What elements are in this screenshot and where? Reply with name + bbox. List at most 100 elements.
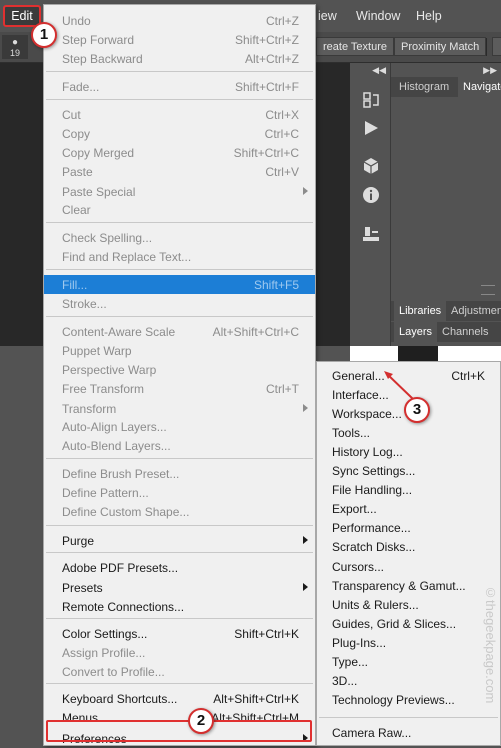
menu-item-adobe-pdf-presets[interactable]: Adobe PDF Presets...	[44, 558, 315, 577]
menu-item-label: Stroke...	[62, 297, 107, 311]
menu-item-stroke[interactable]: Stroke...	[44, 294, 315, 313]
menu-item-shortcut: Shift+F5	[253, 278, 299, 292]
pref-item-units-rulers[interactable]: Units & Rulers...	[317, 595, 500, 614]
create-texture-button[interactable]: reate Texture	[316, 37, 395, 56]
menu-window[interactable]: Window	[356, 9, 400, 23]
options-divider	[486, 38, 487, 56]
history-icon[interactable]	[362, 91, 380, 109]
proximity-match-button[interactable]: Proximity Match	[394, 37, 487, 56]
menu-item-label: Transparency & Gamut...	[332, 578, 466, 593]
pref-item-camera-raw[interactable]: Camera Raw...	[317, 723, 500, 742]
pref-item-sync-settings[interactable]: Sync Settings...	[317, 461, 500, 480]
menu-item-label: Step Backward	[62, 52, 143, 66]
pref-item-scratch-disks[interactable]: Scratch Disks...	[317, 537, 500, 556]
pref-item-cursors[interactable]: Cursors...	[317, 557, 500, 576]
panel-tabs-bottom: Layers Channels	[391, 322, 501, 342]
pref-item-technology-previews[interactable]: Technology Previews...	[317, 690, 500, 709]
menu-item-keyboard-shortcuts[interactable]: Keyboard Shortcuts... Alt+Shift+Ctrl+K	[44, 689, 315, 708]
pref-item-transparency-gamut[interactable]: Transparency & Gamut...	[317, 576, 500, 595]
pref-item-type[interactable]: Type...	[317, 652, 500, 671]
menu-item-label: Free Transform	[62, 382, 145, 396]
menu-item-paste-special[interactable]: Paste Special	[44, 182, 315, 201]
callout-1: 1	[31, 22, 57, 48]
menu-item-copy-merged[interactable]: Copy Merged Shift+Ctrl+C	[44, 143, 315, 162]
menu-item-label: Copy	[62, 127, 91, 141]
menu-view[interactable]: iew	[318, 9, 337, 23]
play-icon[interactable]	[362, 119, 380, 137]
tab-libraries[interactable]: Libraries	[394, 301, 447, 321]
menu-item-presets[interactable]: Presets	[44, 578, 315, 597]
collapse-icon[interactable]: ▶▶	[483, 65, 497, 76]
menu-item-step-backward[interactable]: Step Backward Alt+Ctrl+Z	[44, 49, 315, 68]
menu-item-label: History Log...	[332, 445, 403, 460]
tab-adjustments[interactable]: Adjustmen	[446, 301, 501, 321]
menu-item-assign-profile[interactable]: Assign Profile...	[44, 643, 315, 662]
menu-item-paste[interactable]: Paste Ctrl+V	[44, 162, 315, 181]
tab-layers[interactable]: Layers	[394, 322, 438, 342]
menu-item-label: Guides, Grid & Slices...	[332, 616, 457, 631]
right-panel-dock: ▶▶ Histogram Navigato Libraries Adjustme…	[391, 63, 501, 321]
clone-source-icon[interactable]	[362, 225, 380, 243]
menu-item-fade[interactable]: Fade... Shift+Ctrl+F	[44, 77, 315, 96]
pref-item-file-handling[interactable]: File Handling...	[317, 480, 500, 499]
menu-item-auto-blend-layers[interactable]: Auto-Blend Layers...	[44, 436, 315, 455]
menu-item-cut[interactable]: Cut Ctrl+X	[44, 105, 315, 124]
menu-item-color-settings[interactable]: Color Settings... Shift+Ctrl+K	[44, 624, 315, 643]
sample-all-button[interactable]	[492, 37, 501, 56]
menu-separator	[46, 683, 313, 684]
menu-item-puppet-warp[interactable]: Puppet Warp	[44, 341, 315, 360]
menu-item-step-forward[interactable]: Step Forward Shift+Ctrl+Z	[44, 30, 315, 49]
submenu-arrow-icon	[303, 187, 308, 195]
menu-item-label: Content-Aware Scale	[62, 325, 176, 339]
menu-item-convert-to-profile[interactable]: Convert to Profile...	[44, 662, 315, 681]
menu-item-define-pattern[interactable]: Define Pattern...	[44, 483, 315, 502]
menu-item-label: 3D...	[332, 673, 358, 688]
menu-item-content-aware-scale[interactable]: Content-Aware Scale Alt+Shift+Ctrl+C	[44, 322, 315, 341]
menu-item-shortcut: Ctrl+V	[265, 165, 299, 179]
menu-item-shortcut: Shift+Ctrl+K	[234, 627, 299, 641]
pref-item-export[interactable]: Export...	[317, 499, 500, 518]
pref-item-history-log[interactable]: History Log...	[317, 442, 500, 461]
menu-item-label: Tools...	[332, 426, 371, 441]
menu-item-check-spelling[interactable]: Check Spelling...	[44, 228, 315, 247]
menu-item-auto-align-layers[interactable]: Auto-Align Layers...	[44, 417, 315, 436]
menu-item-fill[interactable]: Fill... Shift+F5	[44, 275, 315, 294]
annotation-arrow	[384, 371, 414, 400]
menu-item-free-transform[interactable]: Free Transform Ctrl+T	[44, 379, 315, 398]
menu-item-label: Purge	[62, 534, 95, 548]
menu-item-label: Check Spelling...	[62, 231, 153, 245]
pref-item-3d[interactable]: 3D...	[317, 671, 500, 690]
menu-item-label: Cursors...	[332, 559, 385, 574]
callout-2: 2	[188, 708, 214, 734]
tab-navigator[interactable]: Navigato	[458, 77, 501, 97]
menu-item-transform[interactable]: Transform	[44, 399, 315, 418]
menu-separator	[46, 458, 313, 459]
menu-separator	[46, 316, 313, 317]
menu-item-undo[interactable]: Undo Ctrl+Z	[44, 11, 315, 30]
tab-histogram[interactable]: Histogram	[394, 77, 454, 97]
menu-item-define-custom-shape[interactable]: Define Custom Shape...	[44, 502, 315, 521]
menu-item-remote-connections[interactable]: Remote Connections...	[44, 597, 315, 616]
menu-item-shortcut: Shift+Ctrl+F	[234, 80, 299, 94]
3d-cube-icon[interactable]	[362, 157, 380, 175]
layer-thumbnail	[398, 346, 438, 362]
watermark: ©thegeekpage.com	[483, 585, 498, 704]
tab-channels[interactable]: Channels	[437, 322, 493, 342]
menu-item-define-brush-preset[interactable]: Define Brush Preset...	[44, 464, 315, 483]
menu-item-perspective-warp[interactable]: Perspective Warp	[44, 360, 315, 379]
collapse-icon[interactable]: ◀◀	[372, 65, 386, 76]
brush-preset-picker[interactable]: ● 19	[2, 35, 28, 59]
info-icon[interactable]	[362, 186, 380, 204]
menu-item-find-and-replace-text[interactable]: Find and Replace Text...	[44, 247, 315, 266]
menu-item-clear[interactable]: Clear	[44, 200, 315, 219]
brush-size: 19	[9, 48, 20, 58]
menu-help[interactable]: Help	[416, 9, 442, 23]
menu-item-purge[interactable]: Purge	[44, 531, 315, 550]
pref-item-guides-grid-slices[interactable]: Guides, Grid & Slices...	[317, 614, 500, 633]
panel-resize-grip[interactable]	[481, 285, 495, 295]
pref-item-plug-ins[interactable]: Plug-Ins...	[317, 633, 500, 652]
menu-item-shortcut: Ctrl+Z	[266, 14, 299, 28]
pref-item-performance[interactable]: Performance...	[317, 518, 500, 537]
menu-item-copy[interactable]: Copy Ctrl+C	[44, 124, 315, 143]
pref-item-tools[interactable]: Tools...	[317, 423, 500, 442]
